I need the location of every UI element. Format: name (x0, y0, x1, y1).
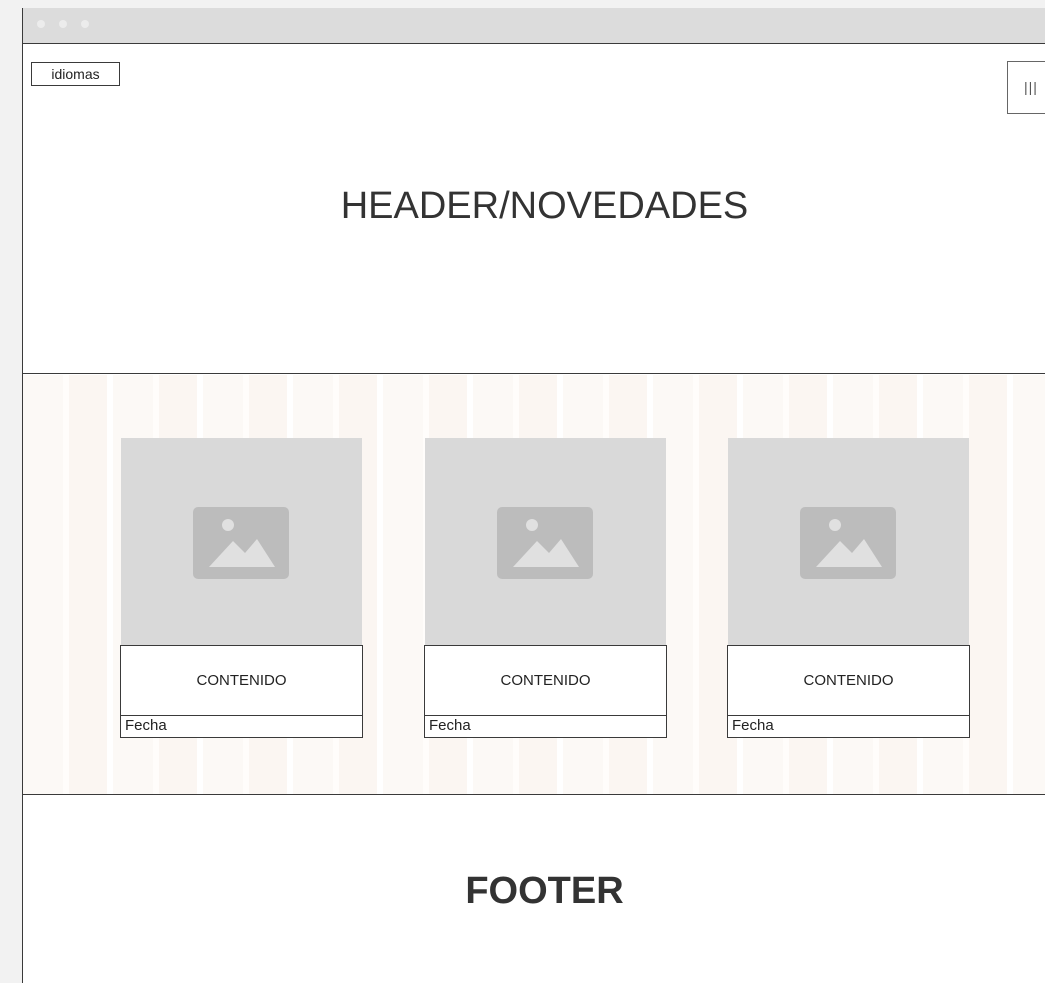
hamburger-menu-button[interactable]: ||| (1007, 61, 1045, 114)
card-content: CONTENIDO (727, 645, 970, 716)
card-date: Fecha (424, 716, 667, 738)
card-image-placeholder (728, 438, 969, 645)
card-image-placeholder (425, 438, 666, 645)
footer-title: FOOTER (465, 870, 624, 912)
window-maximize-dot[interactable] (81, 20, 89, 28)
image-placeholder-icon (497, 507, 593, 579)
image-placeholder-icon (193, 507, 289, 579)
news-card[interactable]: CONTENIDO Fecha (727, 438, 970, 738)
news-content-section: CONTENIDO Fecha CONTENIDO Fecha CONTENID… (23, 375, 1045, 795)
language-button[interactable]: idiomas (31, 62, 120, 86)
news-card[interactable]: CONTENIDO Fecha (424, 438, 667, 738)
card-date: Fecha (120, 716, 363, 738)
header-section: idiomas ||| HEADER/NOVEDADES (23, 45, 1045, 374)
footer-section: FOOTER (23, 796, 1045, 983)
window-close-dot[interactable] (37, 20, 45, 28)
card-content: CONTENIDO (424, 645, 667, 716)
card-date: Fecha (727, 716, 970, 738)
card-content: CONTENIDO (120, 645, 363, 716)
news-card[interactable]: CONTENIDO Fecha (120, 438, 363, 738)
window-minimize-dot[interactable] (59, 20, 67, 28)
image-placeholder-icon (800, 507, 896, 579)
window-titlebar (23, 8, 1045, 44)
card-image-placeholder (121, 438, 362, 645)
browser-window: idiomas ||| HEADER/NOVEDADES CONTENIDO F… (22, 8, 1045, 983)
header-title: HEADER/NOVEDADES (340, 185, 749, 227)
